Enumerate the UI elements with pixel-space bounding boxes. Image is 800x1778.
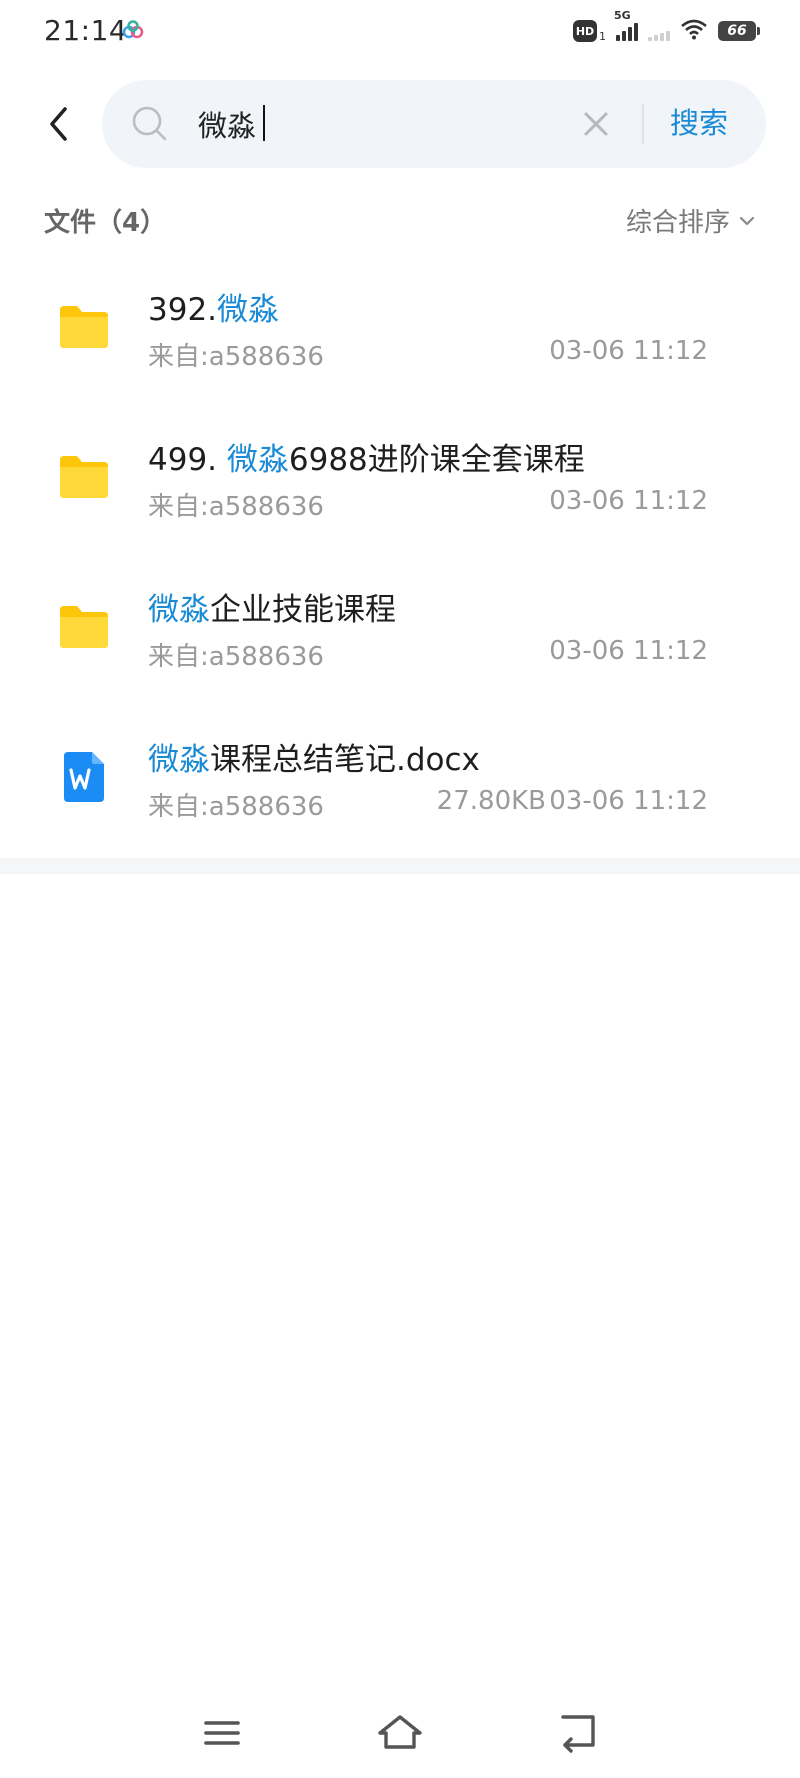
status-bar: 21:14 HD 1 5G 66 bbox=[0, 0, 800, 64]
chevron-left-icon bbox=[50, 107, 67, 141]
chevron-down-icon bbox=[739, 216, 755, 225]
file-source: 来自:a588636 bbox=[148, 342, 324, 372]
results-title: 文件（4） bbox=[44, 208, 167, 238]
sort-dropdown[interactable]: 综合排序 bbox=[626, 202, 756, 239]
list-item[interactable]: 392.微淼 来自:a588636 03-06 11:12 bbox=[0, 254, 800, 404]
file-name: 微淼课程总结笔记.docx bbox=[148, 742, 480, 778]
search-bar: 搜索 bbox=[102, 80, 766, 168]
folder-icon bbox=[56, 452, 112, 502]
battery-icon: 66 bbox=[718, 21, 760, 41]
search-button[interactable]: 搜索 bbox=[670, 100, 728, 142]
status-time: 21:14 bbox=[44, 14, 128, 47]
menu-icon[interactable] bbox=[192, 1708, 252, 1758]
sort-label: 综合排序 bbox=[625, 208, 730, 238]
file-list: 392.微淼 来自:a588636 03-06 11:12 499. 微淼698… bbox=[0, 254, 800, 854]
file-name: 微淼企业技能课程 bbox=[148, 592, 396, 628]
search-input[interactable] bbox=[198, 102, 538, 146]
wifi-icon bbox=[680, 18, 708, 44]
file-date: 03-06 11:12 bbox=[549, 486, 708, 516]
hd-icon: HD bbox=[573, 20, 597, 42]
list-item[interactable]: 微淼企业技能课程 来自:a588636 03-06 11:12 bbox=[0, 554, 800, 704]
file-name: 499. 微淼6988进阶课全套课程 bbox=[148, 442, 585, 478]
search-icon bbox=[130, 104, 170, 148]
folder-icon bbox=[56, 602, 112, 652]
file-date: 03-06 11:12 bbox=[549, 636, 708, 666]
search-divider bbox=[642, 104, 644, 144]
secondary-signal-icon bbox=[648, 21, 670, 41]
hd-sub-label: 1 bbox=[599, 29, 606, 43]
list-divider bbox=[0, 858, 800, 874]
status-icons: HD 1 5G 66 bbox=[573, 9, 760, 46]
text-caret bbox=[263, 105, 265, 141]
clear-icon[interactable] bbox=[580, 108, 612, 140]
cellular-signal-icon: 5G bbox=[614, 9, 638, 41]
file-name: 392.微淼 bbox=[148, 292, 280, 328]
word-document-icon bbox=[56, 752, 112, 802]
folder-icon bbox=[56, 302, 112, 352]
list-item[interactable]: 微淼课程总结笔记.docx 来自:a588636 27.80KB 03-06 1… bbox=[0, 704, 800, 854]
list-item[interactable]: 499. 微淼6988进阶课全套课程 来自:a588636 03-06 11:1… bbox=[0, 404, 800, 554]
file-source: 来自:a588636 bbox=[148, 642, 324, 672]
cloud-sync-icon bbox=[122, 20, 144, 44]
back-gesture-icon[interactable] bbox=[548, 1708, 608, 1758]
file-source: 来自:a588636 bbox=[148, 492, 324, 522]
file-date: 03-06 11:12 bbox=[549, 786, 708, 816]
home-icon[interactable] bbox=[370, 1708, 430, 1758]
back-button[interactable] bbox=[38, 100, 78, 148]
navigation-bar bbox=[0, 1690, 800, 1778]
network-type-label: 5G bbox=[614, 9, 631, 22]
file-size: 27.80KB bbox=[436, 786, 546, 816]
file-source: 来自:a588636 bbox=[148, 792, 324, 822]
file-date: 03-06 11:12 bbox=[549, 336, 708, 366]
